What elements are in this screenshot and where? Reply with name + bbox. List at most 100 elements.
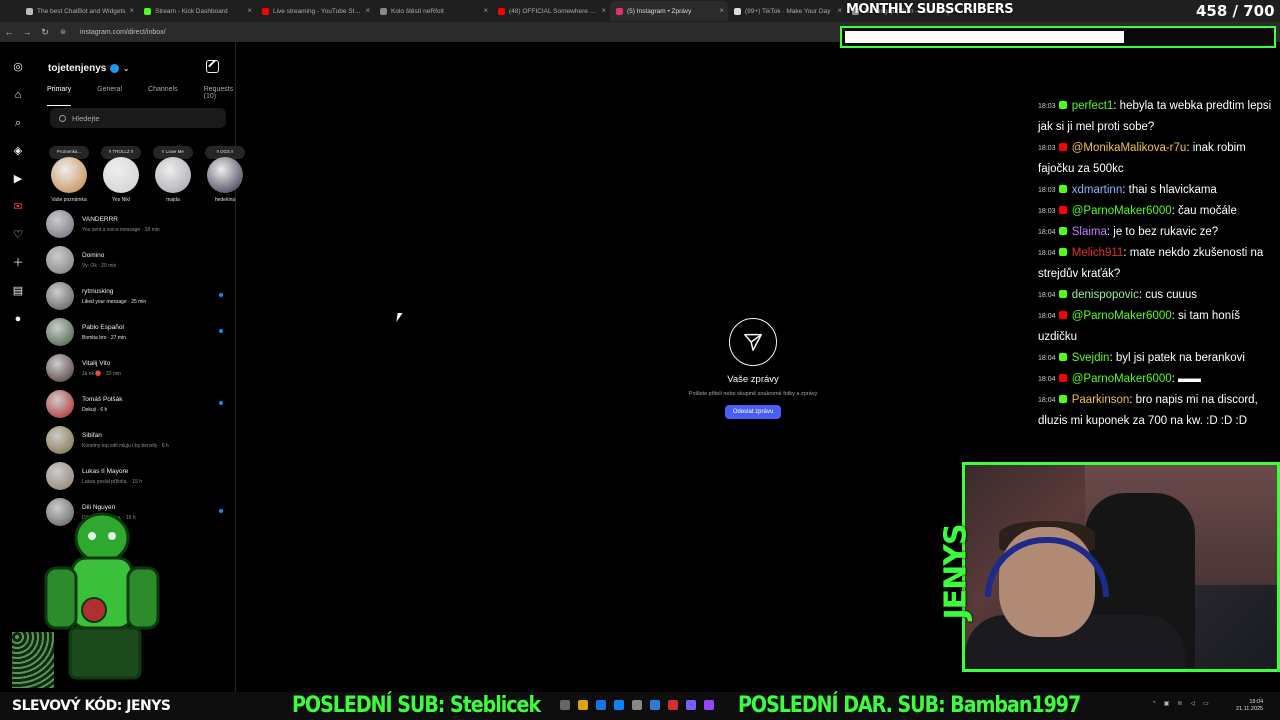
subscriber-progress-fill	[845, 31, 1124, 43]
tab-requests[interactable]: Requests (10)	[204, 86, 235, 106]
chat-text: : byl jsi patek na berankovi	[1109, 352, 1245, 364]
close-icon[interactable]: ×	[365, 6, 370, 15]
conversation-name: Vitalij Vito	[82, 359, 111, 367]
volume-icon[interactable]: ◁	[1190, 700, 1195, 707]
create-icon[interactable]: ＋	[11, 256, 25, 270]
chat-username: xdmartinn	[1071, 184, 1123, 196]
avatar	[103, 157, 139, 193]
conversation-item[interactable]: Domino Vy: Ok · 20 min	[46, 242, 234, 278]
browser-tab[interactable]: Live streaming - YouTube Studio ×	[256, 1, 374, 21]
note-item[interactable]: ‼ TROLLZ ‼ Yes Nikl	[98, 146, 144, 203]
notifications-icon[interactable]: ♡	[11, 228, 25, 242]
monthly-subscribers-count: 458 / 700	[1196, 2, 1275, 20]
avatar	[46, 426, 74, 454]
search-icon[interactable]: ⌕	[11, 116, 25, 130]
chat-username: @ParnoMaker6000	[1071, 205, 1172, 217]
home-icon[interactable]: ⌂	[11, 88, 25, 102]
reels-icon[interactable]: ▶	[11, 172, 25, 186]
discord-icon[interactable]	[686, 700, 696, 710]
stream-chat: 18:03 perfect1: hebyla ta webka predtim …	[1038, 96, 1280, 432]
network-icon[interactable]: ◔	[1152, 700, 1156, 707]
last-subscriber: POSLEDNÍ SUB: Steblicek	[292, 692, 541, 718]
conversation-item[interactable]: Lukas II Mayore Lukas poslal příloha. · 1…	[46, 458, 234, 494]
explore-icon[interactable]: ◈	[11, 144, 25, 158]
file-explorer-icon[interactable]	[578, 700, 588, 710]
conversation-item[interactable]: rytmusking Liked your message · 25 min	[46, 278, 234, 314]
chat-username: Melich911	[1071, 247, 1124, 259]
forward-icon[interactable]: →	[18, 27, 36, 37]
account-switcher[interactable]: tojetenjenys ⌄	[48, 63, 129, 74]
dashboard-icon[interactable]: ▤	[11, 284, 25, 298]
tab-title: Stream - Kick Dashboard	[155, 7, 228, 15]
battery-icon[interactable]: ▭	[1203, 700, 1209, 707]
platform-badge-icon	[1058, 248, 1067, 256]
chat-message: 18:03 @ParnoMaker6000: čau močále	[1038, 201, 1280, 222]
browser-tab[interactable]: (99+) TikTok · Make Your Day ×	[728, 1, 846, 21]
search-input[interactable]	[72, 113, 212, 123]
messages-icon[interactable]: ✉	[11, 200, 25, 214]
edge-icon[interactable]	[614, 700, 624, 710]
avatar	[46, 210, 74, 238]
site-info-icon[interactable]: ⊜	[54, 28, 72, 36]
close-icon[interactable]: ×	[719, 6, 724, 15]
note-item[interactable]: ‼ OGS ‼ hedeklna	[202, 146, 248, 203]
url-field[interactable]: instagram.com/direct/inbox/	[80, 29, 166, 36]
browser-tab[interactable]: (5) Instagram • Zprávy ×	[610, 1, 728, 21]
settings-taskbar-icon[interactable]	[632, 700, 642, 710]
platform-badge-icon	[1058, 185, 1067, 193]
wifi-icon[interactable]: ≋	[1177, 700, 1182, 707]
system-tray: ◔ ▣ ≋ ◁ ▭	[1152, 700, 1209, 707]
reload-icon[interactable]: ↻	[36, 27, 54, 38]
browser-tab[interactable]: (48) OFFICIAL Somewhere over the×	[492, 1, 610, 21]
tab-primary[interactable]: Primary	[47, 86, 72, 106]
instagram-logo-icon[interactable]: ◎	[11, 60, 25, 74]
browser-tab[interactable]: Stream - Kick Dashboard ×	[138, 1, 256, 21]
chrome-icon[interactable]	[596, 700, 606, 710]
tray-icon[interactable]: ▣	[1164, 700, 1170, 707]
chat-username: @MonikaMalikova-r7u	[1071, 142, 1187, 154]
conversation-name: Domino	[82, 251, 105, 259]
note-item[interactable]: ‼ Lowe Me majda	[150, 146, 196, 203]
search-box	[50, 108, 226, 128]
close-icon[interactable]: ×	[837, 6, 842, 15]
tab-title: The best ChatBot and Widgets	[37, 7, 126, 15]
last-gift-subscriber: POSLEDNÍ DAR. SUB: Bamban1997	[738, 692, 1081, 718]
browser-tab[interactable]: The best ChatBot and Widgets ×	[20, 1, 138, 21]
chat-text: : je to bez rukavic ze?	[1106, 226, 1219, 238]
obs-icon[interactable]	[668, 700, 678, 710]
back-icon[interactable]: ←	[0, 27, 18, 37]
conversation-item[interactable]: Tomáš Polšák Dekuji · 6 h	[46, 386, 234, 422]
search-taskbar-icon[interactable]	[560, 700, 570, 710]
chat-message: 18:04 @ParnoMaker6000: si tam honíš uzdi…	[1038, 306, 1280, 348]
close-icon[interactable]: ×	[129, 6, 134, 15]
app-taskbar-icon[interactable]	[650, 700, 660, 710]
conversation-item[interactable]: Pablo Español Bomba bro · 27 min	[46, 314, 234, 350]
chat-timestamp: 18:03	[1038, 103, 1056, 110]
chat-text: : čau močále	[1171, 205, 1237, 217]
profile-avatar-icon[interactable]: ●	[11, 312, 25, 326]
close-icon[interactable]: ×	[483, 6, 488, 15]
unread-dot-icon	[219, 293, 223, 297]
tab-channels[interactable]: Channels	[148, 86, 178, 106]
conversation-item[interactable]: Sibifan Konemy top sdil mluju i by benstl…	[46, 422, 234, 458]
empty-title: Vaše zprávy	[727, 374, 779, 385]
twitch-icon[interactable]	[704, 700, 714, 710]
note-item[interactable]: Promenka... Vaše poznámka	[46, 146, 92, 203]
new-message-icon[interactable]	[206, 60, 219, 73]
send-message-button[interactable]: Odeslat zprávu	[724, 405, 782, 419]
tab-general[interactable]: General	[97, 86, 122, 106]
system-clock[interactable]: 18:04 21.11.2025	[1236, 699, 1263, 713]
tab-title: (99+) TikTok · Make Your Day	[745, 7, 831, 15]
close-icon[interactable]: ×	[247, 6, 252, 15]
chat-message: 18:03 @MonikaMalikova-r7u: inak robim fa…	[1038, 138, 1280, 180]
browser-tab[interactable]: Kolo štěstí neRfolt ×	[374, 1, 492, 21]
avatar	[46, 282, 74, 310]
conversation-item[interactable]: Vitalij Vito Já ok 🔴 · 33 min	[46, 350, 234, 386]
platform-badge-icon	[1058, 206, 1067, 214]
notes-row: Promenka... Vaše poznámka ‼ TROLLZ ‼ Yes Ni…	[46, 146, 248, 203]
conversation-item[interactable]: VANDERRR You sent a voice message · 18 mi…	[46, 206, 234, 242]
taskbar-apps	[560, 700, 714, 710]
platform-badge-icon	[1058, 374, 1067, 382]
chat-username: @ParnoMaker6000	[1071, 373, 1172, 385]
close-icon[interactable]: ×	[601, 6, 606, 15]
